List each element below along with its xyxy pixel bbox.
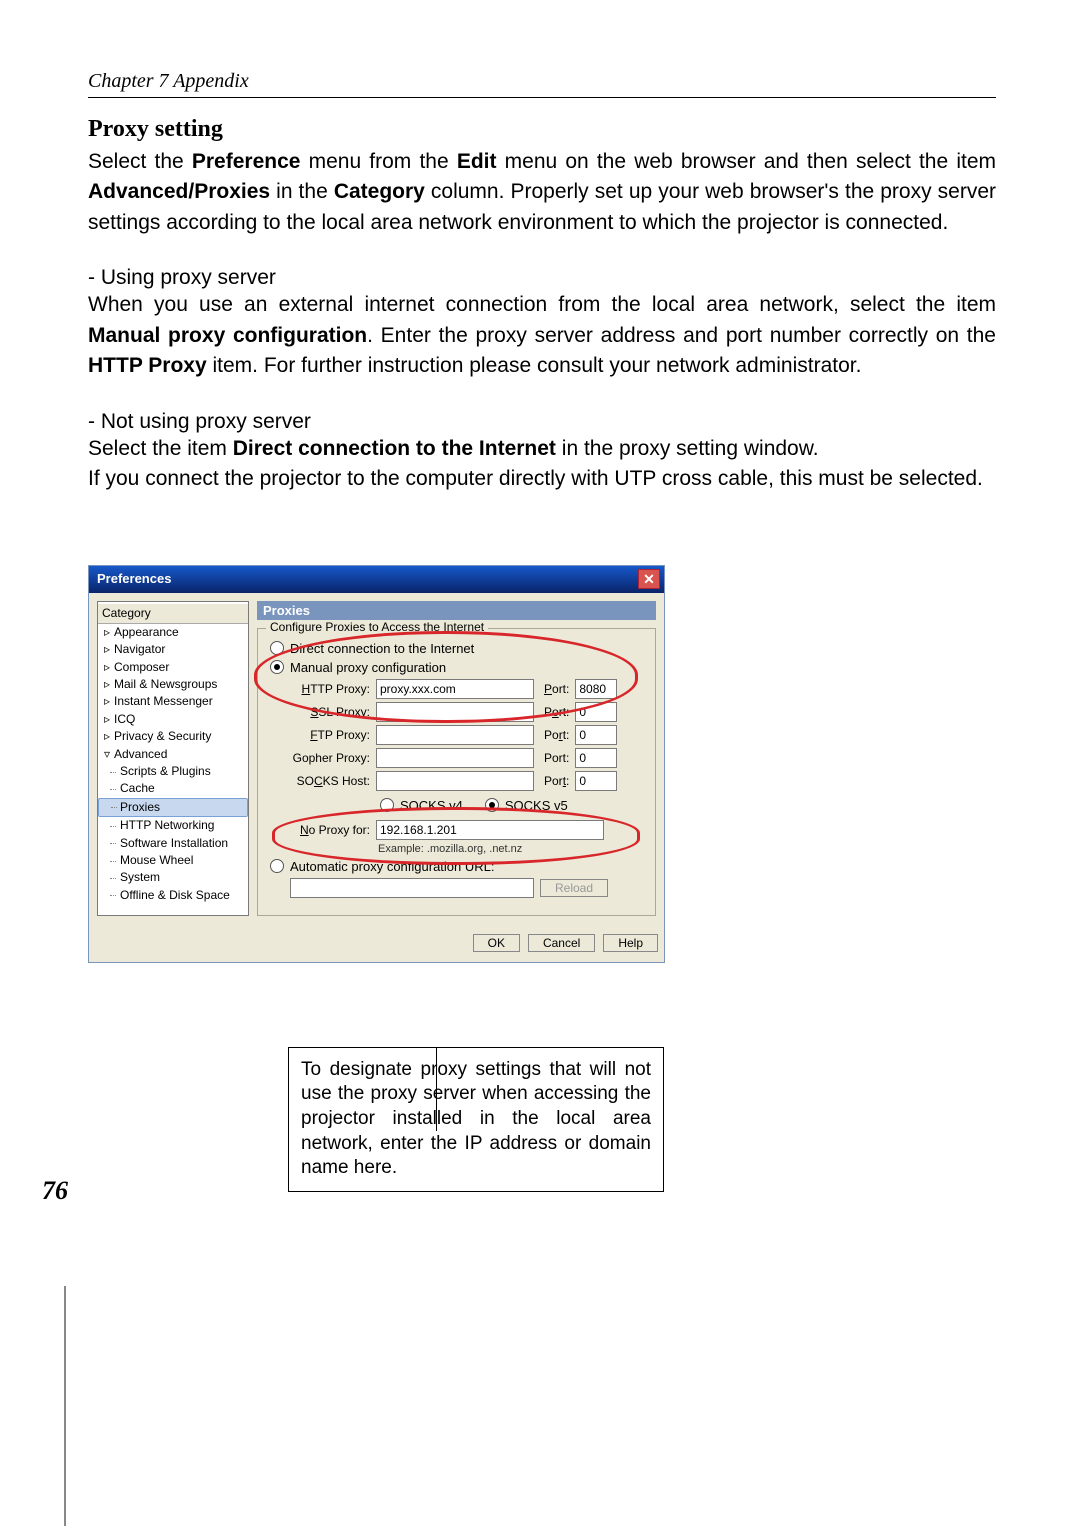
port-label: Port:	[544, 682, 569, 696]
callout: To designate proxy settings that will no…	[198, 1047, 996, 1192]
gopher-proxy-label: Gopher Proxy:	[290, 751, 370, 765]
port-label: Port:	[544, 728, 569, 742]
port-label: Port:	[544, 705, 569, 719]
noproxy-input[interactable]	[376, 820, 604, 840]
radio-icon[interactable]	[270, 660, 284, 674]
radio-socks5[interactable]: SOCKS v5	[483, 798, 568, 813]
callout-box: To designate proxy settings that will no…	[288, 1047, 664, 1192]
ssl-proxy-row: SSL Proxy: Port:	[268, 702, 645, 722]
ssl-proxy-label: SSL Proxy:	[290, 705, 370, 719]
tree-cache[interactable]: Cache	[98, 780, 248, 797]
port-label: Port:	[544, 774, 569, 788]
tree-mail[interactable]: ▹Mail & Newsgroups	[98, 676, 248, 693]
radio-icon[interactable]	[380, 798, 394, 812]
gopher-proxy-input[interactable]	[376, 748, 534, 768]
http-proxy-label: HTTP Proxy:	[290, 682, 370, 696]
auto-url-row: Reload	[268, 878, 645, 898]
ok-button[interactable]: OK	[473, 934, 520, 952]
ftp-proxy-row: FTP Proxy: Port:	[268, 725, 645, 745]
cancel-button[interactable]: Cancel	[528, 934, 595, 952]
proxies-panel: Proxies Configure Proxies to Access the …	[257, 601, 656, 916]
intro-paragraph: Select the Preference menu from the Edit…	[88, 147, 996, 238]
section-title: Proxy setting	[88, 116, 996, 143]
tree-icq[interactable]: ▹ICQ	[98, 711, 248, 728]
tree-composer[interactable]: ▹Composer	[98, 659, 248, 676]
groupbox-title: Configure Proxies to Access the Internet	[266, 620, 488, 634]
tree-privacy[interactable]: ▹Privacy & Security	[98, 728, 248, 745]
ftp-proxy-input[interactable]	[376, 725, 534, 745]
socks-label: SOCKS Host:	[290, 774, 370, 788]
page-number: 76	[42, 1176, 68, 1206]
preferences-window: Preferences ✕ Category ▹Appearance ▹Navi…	[88, 565, 665, 963]
category-header: Category	[98, 604, 248, 624]
noproxy-row: No Proxy for:	[268, 820, 645, 840]
radio-icon[interactable]	[485, 798, 499, 812]
tree-proxies[interactable]: Proxies	[98, 798, 248, 817]
ssl-proxy-input[interactable]	[376, 702, 534, 722]
socks-host-input[interactable]	[376, 771, 534, 791]
http-port-input[interactable]	[575, 679, 617, 699]
gopher-proxy-row: Gopher Proxy: Port:	[268, 748, 645, 768]
tree-httpnet[interactable]: HTTP Networking	[98, 817, 248, 834]
port-label: Port:	[544, 751, 569, 765]
gopher-port-input[interactable]	[575, 748, 617, 768]
radio-auto[interactable]: Automatic proxy configuration URL:	[268, 859, 645, 874]
chapter-header: Chapter 7 Appendix	[88, 70, 996, 93]
tree-advanced[interactable]: ▿Advanced	[98, 746, 248, 763]
using-proxy-head: - Using proxy server	[88, 266, 996, 290]
http-proxy-input[interactable]	[376, 679, 534, 699]
ssl-port-input[interactable]	[575, 702, 617, 722]
tree-mouse[interactable]: Mouse Wheel	[98, 852, 248, 869]
radio-manual[interactable]: Manual proxy configuration	[268, 660, 645, 675]
socks-version-row: SOCKS v4 SOCKS v5	[268, 794, 645, 817]
not-using-p1: Select the item Direct connection to the…	[88, 434, 996, 464]
page-edge-rule	[64, 1286, 66, 1526]
window-title: Preferences	[97, 571, 171, 586]
ftp-port-input[interactable]	[575, 725, 617, 745]
close-icon[interactable]: ✕	[638, 569, 660, 589]
tree-appearance[interactable]: ▹Appearance	[98, 624, 248, 641]
socks-host-row: SOCKS Host: Port:	[268, 771, 645, 791]
radio-direct[interactable]: Direct connection to the Internet	[268, 641, 645, 656]
tree-softinst[interactable]: Software Installation	[98, 835, 248, 852]
titlebar[interactable]: Preferences ✕	[89, 566, 664, 593]
panel-title: Proxies	[257, 601, 656, 620]
socks-port-input[interactable]	[575, 771, 617, 791]
category-tree[interactable]: Category ▹Appearance ▹Navigator ▹Compose…	[97, 601, 249, 916]
tree-scripts[interactable]: Scripts & Plugins	[98, 763, 248, 780]
header-rule	[88, 97, 996, 98]
radio-icon[interactable]	[270, 641, 284, 655]
example-text: Example: .mozilla.org, .net.nz	[268, 843, 645, 855]
help-button[interactable]: Help	[603, 934, 658, 952]
radio-socks4[interactable]: SOCKS v4	[378, 798, 463, 813]
ftp-proxy-label: FTP Proxy:	[290, 728, 370, 742]
using-proxy-paragraph: When you use an external internet connec…	[88, 290, 996, 381]
proxy-groupbox: Configure Proxies to Access the Internet…	[257, 628, 656, 916]
auto-url-input[interactable]	[290, 878, 534, 898]
radio-icon[interactable]	[270, 859, 284, 873]
http-proxy-row: HTTP Proxy: Port:	[268, 679, 645, 699]
tree-im[interactable]: ▹Instant Messenger	[98, 693, 248, 710]
reload-button[interactable]: Reload	[540, 879, 608, 897]
not-using-p2: If you connect the projector to the comp…	[88, 464, 996, 494]
not-using-head: - Not using proxy server	[88, 410, 996, 434]
dialog-buttons: OK Cancel Help	[89, 924, 664, 962]
noproxy-label: No Proxy for:	[290, 823, 370, 837]
callout-line	[436, 1047, 437, 1131]
tree-offline[interactable]: Offline & Disk Space	[98, 887, 248, 904]
tree-system[interactable]: System	[98, 869, 248, 886]
tree-navigator[interactable]: ▹Navigator	[98, 641, 248, 658]
